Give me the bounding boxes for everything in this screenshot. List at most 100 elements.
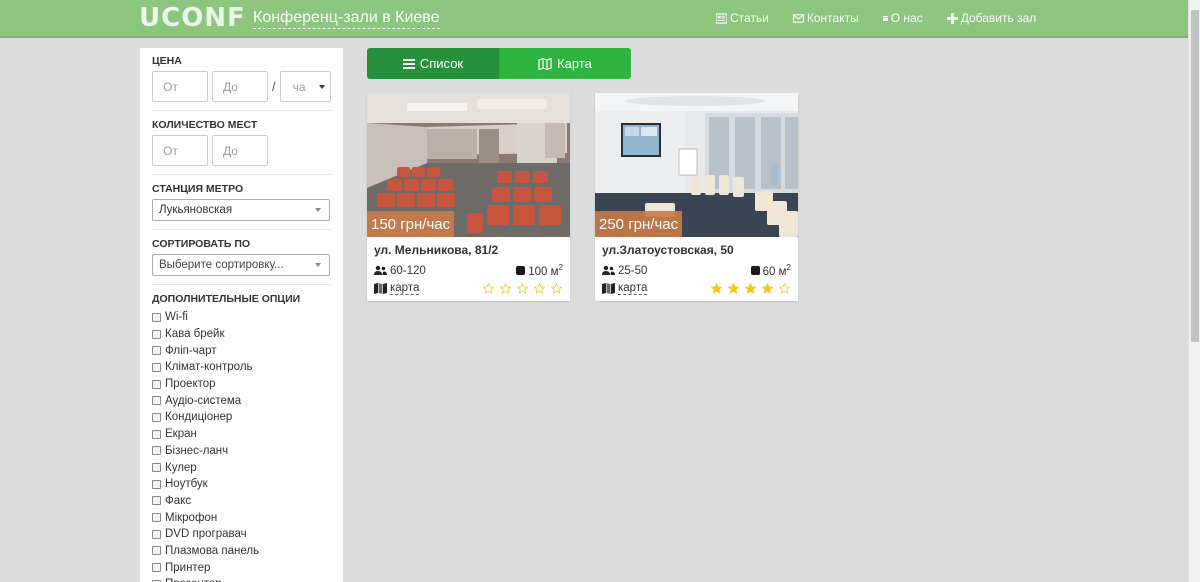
option-checkbox[interactable] xyxy=(152,446,161,456)
option-item[interactable]: Ноутбук xyxy=(152,476,331,493)
nav-articles-label: Статьи xyxy=(730,11,769,25)
hall-address[interactable]: ул.Златоустовская, 50 xyxy=(602,243,791,257)
nav-contacts-label: Контакты xyxy=(806,11,859,25)
option-checkbox[interactable] xyxy=(152,362,161,372)
option-item[interactable]: Бізнес-ланч xyxy=(152,443,331,460)
metro-select-value: Лукьяновская xyxy=(159,204,233,216)
option-checkbox[interactable] xyxy=(152,312,161,322)
option-item[interactable]: Плазмова панель xyxy=(152,543,331,560)
plus-icon xyxy=(946,12,958,24)
option-label: Кулер xyxy=(165,461,197,474)
option-checkbox[interactable] xyxy=(152,563,161,573)
option-checkbox[interactable] xyxy=(152,463,161,473)
nav-about[interactable]: О нас xyxy=(882,11,923,25)
option-checkbox[interactable] xyxy=(152,396,161,406)
info-icon xyxy=(882,15,888,21)
option-item[interactable]: Аудіо-система xyxy=(152,392,331,409)
option-label: Мікрофон xyxy=(165,511,218,524)
seats-filter: КОЛИЧЕСТВО МЕСТ От До xyxy=(152,119,331,175)
option-item[interactable]: Мікрофон xyxy=(152,509,331,526)
price-tag: 150 грн/час xyxy=(367,211,455,237)
nav-add-hall[interactable]: Добавить зал xyxy=(946,11,1037,25)
price-to-input[interactable]: До xyxy=(212,71,268,102)
option-item[interactable]: Кулер xyxy=(152,459,331,476)
map-view-button[interactable]: Карта xyxy=(499,48,631,79)
site-logo[interactable]: UCONF xyxy=(139,3,246,33)
area-icon xyxy=(750,265,760,275)
top-nav: Статьи Контакты О нас Добавить зал xyxy=(716,11,1060,25)
view-toggle: Список Карта xyxy=(367,48,631,79)
price-unit-select[interactable]: ча xyxy=(279,71,331,102)
star-empty-icon xyxy=(778,283,791,294)
options-filter-title: ДОПОЛНИТЕЛЬНЫЕ ОПЦИИ xyxy=(152,293,301,305)
caret-down-icon xyxy=(315,263,321,267)
page-scrollbar[interactable] xyxy=(1188,0,1200,582)
star-filled-icon xyxy=(761,283,774,294)
option-item[interactable]: Принтер xyxy=(152,559,331,576)
hall-photo[interactable]: 250 грн/час xyxy=(595,93,798,237)
option-item[interactable]: Презентер xyxy=(152,576,331,582)
option-item[interactable]: Wi-fi xyxy=(152,309,331,326)
option-label: Wi-fi xyxy=(165,311,188,324)
option-item[interactable]: Факс xyxy=(152,493,331,510)
list-icon xyxy=(402,58,415,69)
star-filled-icon xyxy=(744,283,757,294)
nav-contacts[interactable]: Контакты xyxy=(792,11,859,25)
option-item[interactable]: Екран xyxy=(152,426,331,443)
option-checkbox[interactable] xyxy=(152,529,161,539)
hall-card[interactable]: 150 грн/час ул. Мельникова, 81/2 60-120 … xyxy=(367,93,570,301)
option-label: Екран xyxy=(165,428,197,441)
option-label: Клімат-контроль xyxy=(165,361,253,374)
nav-add-hall-label: Добавить зал xyxy=(960,11,1037,25)
metro-filter-title: СТАНЦИЯ МЕТРО xyxy=(152,183,244,195)
map-view-label: Карта xyxy=(557,56,592,71)
option-checkbox[interactable] xyxy=(152,346,161,356)
caret-down-icon xyxy=(318,84,325,89)
metro-select[interactable]: Лукьяновская xyxy=(152,199,330,221)
price-unit-value: ча xyxy=(292,79,306,94)
site-title[interactable]: Конференц-зали в Киеве xyxy=(253,9,440,29)
option-item[interactable]: Клімат-контроль xyxy=(152,359,331,376)
option-label: Плазмова панель xyxy=(165,544,260,557)
option-checkbox[interactable] xyxy=(152,429,161,439)
price-filter-title: ЦЕНА xyxy=(152,55,182,67)
option-checkbox[interactable] xyxy=(152,496,161,506)
option-item[interactable]: Проектор xyxy=(152,376,331,393)
hall-map-link[interactable]: карта xyxy=(618,282,648,295)
seats-to-input[interactable]: До xyxy=(212,135,268,166)
price-from-input[interactable]: От xyxy=(152,71,208,102)
map-icon xyxy=(602,283,615,294)
sort-filter: СОРТИРОВАТЬ ПО Выберите сортировку... xyxy=(152,238,331,285)
option-item[interactable]: Фліп-чарт xyxy=(152,342,331,359)
option-item[interactable]: DVD програвач xyxy=(152,526,331,543)
map-icon xyxy=(374,283,387,294)
option-checkbox[interactable] xyxy=(152,546,161,556)
star-empty-icon xyxy=(550,283,563,294)
option-label: Ноутбук xyxy=(165,478,208,491)
option-checkbox[interactable] xyxy=(152,513,161,523)
option-item[interactable]: Кава брейк xyxy=(152,326,331,343)
hall-capacity: 60-120 xyxy=(390,264,426,277)
seats-from-input[interactable]: От xyxy=(152,135,208,166)
article-icon xyxy=(716,12,727,24)
hall-card[interactable]: 250 грн/час ул.Златоустовская, 50 25-50 … xyxy=(595,93,798,301)
sort-select[interactable]: Выберите сортировку... xyxy=(152,254,330,276)
star-filled-icon xyxy=(727,283,740,294)
option-checkbox[interactable] xyxy=(152,329,161,339)
option-checkbox[interactable] xyxy=(152,479,161,489)
option-checkbox[interactable] xyxy=(152,379,161,389)
hall-map-link[interactable]: карта xyxy=(390,282,420,295)
list-view-button[interactable]: Список xyxy=(367,48,499,79)
scrollbar-thumb[interactable] xyxy=(1191,10,1199,342)
options-filter: ДОПОЛНИТЕЛЬНЫЕ ОПЦИИ Wi-fi Кава брейк Фліп… xyxy=(152,293,331,582)
star-filled-icon xyxy=(710,283,723,294)
option-label: Кондиціонер xyxy=(165,411,233,424)
nav-articles[interactable]: Статьи xyxy=(716,11,769,25)
seats-filter-title: КОЛИЧЕСТВО МЕСТ xyxy=(152,119,258,131)
caret-down-icon xyxy=(315,208,321,212)
option-checkbox[interactable] xyxy=(152,412,161,422)
hall-address[interactable]: ул. Мельникова, 81/2 xyxy=(374,243,563,257)
star-empty-icon xyxy=(482,283,495,294)
hall-photo[interactable]: 150 грн/час xyxy=(367,93,570,237)
option-item[interactable]: Кондиціонер xyxy=(152,409,331,426)
